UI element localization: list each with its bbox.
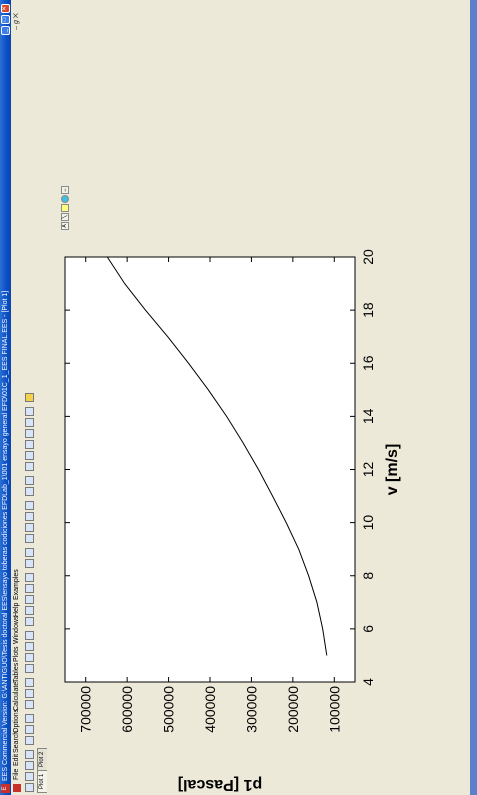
x-tick-label: 4 [360, 678, 376, 686]
ellipse-tool-icon[interactable] [61, 195, 69, 203]
y-tick-label: 100000 [326, 686, 342, 733]
rectangle-tool-icon[interactable] [61, 204, 69, 212]
arrow-tool-icon[interactable]: ↔ [61, 186, 69, 194]
line-tool-icon[interactable]: ╲ [61, 213, 69, 221]
x-tick-label: 16 [360, 355, 376, 371]
y-tick-label: 600000 [119, 686, 135, 733]
window-frame-edge [470, 0, 477, 795]
x-axis-label: v [m/s] [384, 444, 401, 496]
x-tick-label: 6 [360, 625, 376, 633]
x-tick-label: 20 [360, 249, 376, 265]
plot-area: 4 6 8 10 12 14 16 18 20 100000 200000 300000 400000 5… [64, 249, 401, 793]
y-axis-label: p1 [Pascal] [178, 776, 262, 793]
x-tick-label: 18 [360, 302, 376, 318]
x-tick-label: 10 [360, 515, 376, 531]
y-tick-label: 200000 [285, 686, 301, 733]
y-tick-label: 400000 [202, 686, 218, 733]
x-tick-label: 8 [360, 572, 376, 580]
plot-frame [64, 256, 356, 683]
y-tick-label: 500000 [161, 686, 177, 733]
y-tick-label: 700000 [78, 686, 94, 733]
x-tick-label: 12 [360, 462, 376, 478]
plot-tools-palette: A ╲ ↔ [61, 166, 70, 232]
x-tick-label: 14 [360, 408, 376, 424]
text-tool-icon[interactable]: A [61, 222, 69, 230]
ees-window: E EES Commercial Version: G:\ANTIGUO\Tes… [0, 0, 477, 795]
y-tick-label: 300000 [243, 686, 259, 733]
